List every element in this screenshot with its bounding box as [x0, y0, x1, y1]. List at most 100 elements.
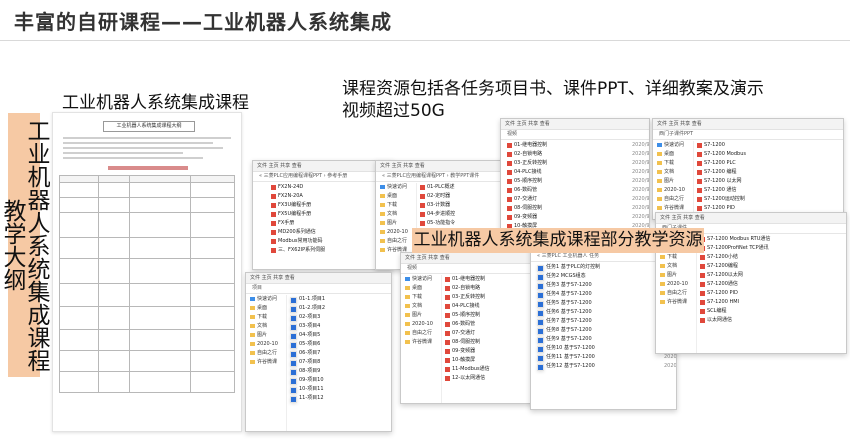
- file-row[interactable]: S7-1200ProfiNet TCP通讯: [700, 244, 825, 253]
- file-row[interactable]: 任务12 基于S7-1200 2020/10/2: [537, 362, 676, 371]
- file-row[interactable]: 02-自锁电路: [445, 284, 539, 293]
- explorer-window-siemens-ppt[interactable]: 文件 主页 共享 查看 西门子课件PPT 快速访问 桌面 下载 文档 图片 2020-10…: [652, 118, 844, 220]
- file-row[interactable]: 07-交通灯 2020/9/27: [507, 195, 649, 204]
- file-row[interactable]: 07-项目82020/9/28: [290, 358, 391, 367]
- address-bar[interactable]: 视频: [501, 130, 649, 140]
- file-row[interactable]: S7-1200 通信: [697, 186, 822, 195]
- window-toolbar[interactable]: 文件 主页 共享 查看: [501, 119, 649, 130]
- nav-item[interactable]: 图片: [376, 219, 416, 228]
- nav-item[interactable]: 下载: [653, 159, 693, 168]
- explorer-window-tasks-video[interactable]: 文件 主页 共享 查看 视频 快速访问 桌面 下载 文档 图片 2020-10 自由之行 许谷…: [400, 252, 540, 404]
- file-row[interactable]: S7-1200 PLC: [697, 159, 822, 168]
- nav-item[interactable]: 许谷微课: [401, 338, 441, 347]
- file-row[interactable]: 04-PLC接线: [445, 302, 539, 311]
- nav-item[interactable]: 文档: [376, 210, 416, 219]
- file-row[interactable]: 08-伺服控制: [445, 338, 539, 347]
- nav-item[interactable]: 自由之行: [653, 195, 693, 204]
- file-row[interactable]: S7-1200小结: [700, 253, 825, 262]
- file-row[interactable]: 08-项目92020/9/29: [290, 367, 391, 376]
- file-row[interactable]: S7-1200运动控制: [697, 195, 822, 204]
- nav-item[interactable]: 图片: [246, 331, 286, 340]
- nav-item[interactable]: 2020-10: [246, 340, 286, 349]
- nav-item[interactable]: 快速访问: [246, 295, 286, 304]
- nav-item[interactable]: 2020-10: [376, 228, 416, 237]
- nav-item[interactable]: 自由之行: [656, 289, 696, 298]
- nav-item[interactable]: 图片: [401, 311, 441, 320]
- file-row[interactable]: 02-项目32020/9/23: [290, 313, 391, 322]
- window-toolbar[interactable]: 文件 主页 共享 查看: [656, 213, 846, 224]
- nav-item[interactable]: 文档: [656, 262, 696, 271]
- nav-item[interactable]: 自由之行: [401, 329, 441, 338]
- file-row[interactable]: S7-1200 PID: [700, 289, 825, 298]
- address-bar[interactable]: 视频: [401, 264, 539, 274]
- file-row[interactable]: 04-PLC接线 2020/9/24: [507, 168, 649, 177]
- address-bar[interactable]: 项目: [246, 284, 391, 294]
- file-row[interactable]: S7-1200 Modbus: [697, 150, 822, 159]
- file-row[interactable]: 06-数码管: [445, 320, 539, 329]
- file-row[interactable]: 11-Modbus通信: [445, 365, 539, 374]
- file-row[interactable]: 03-正反转控制: [445, 293, 539, 302]
- nav-item[interactable]: 图片: [653, 177, 693, 186]
- file-row[interactable]: SCL编程: [700, 307, 825, 316]
- file-row[interactable]: 任务11 基于S7-1200 2020/10/1: [537, 353, 676, 362]
- nav-item[interactable]: 文档: [401, 302, 441, 311]
- file-row[interactable]: S7-1200 HMI: [700, 298, 825, 307]
- nav-item[interactable]: 2020-10: [653, 186, 693, 195]
- nav-item[interactable]: 2020-10: [656, 280, 696, 289]
- explorer-window-reference-manuals[interactable]: 文件 主页 共享 查看 « 三菱PLC应用编程课程PPT › 参考手册 FX2N…: [252, 160, 394, 270]
- nav-item[interactable]: 文档: [246, 322, 286, 331]
- file-row[interactable]: 05-顺序控制 2020/9/25: [507, 177, 649, 186]
- window-toolbar[interactable]: 文件 主页 共享 查看: [401, 253, 539, 264]
- nav-item[interactable]: 下载: [656, 253, 696, 262]
- file-row[interactable]: 06-项目72020/9/27: [290, 349, 391, 358]
- file-row[interactable]: 08-伺服控制 2020/9/28: [507, 204, 649, 213]
- file-row[interactable]: 03-项目42020/9/24: [290, 322, 391, 331]
- nav-item[interactable]: 自由之行: [246, 349, 286, 358]
- file-row[interactable]: 05-项目62020/9/26: [290, 340, 391, 349]
- file-row[interactable]: S7-1200 以太网: [697, 177, 822, 186]
- nav-item[interactable]: 快速访问: [401, 275, 441, 284]
- file-row[interactable]: 10-项目112020/10/1: [290, 385, 391, 394]
- file-row[interactable]: 11-项目122020/10/2: [290, 394, 391, 403]
- file-row[interactable]: S7-1200以太网: [700, 271, 825, 280]
- file-row[interactable]: 02-自锁电路 2020/9/22: [507, 150, 649, 159]
- file-row[interactable]: 09-变频器: [445, 347, 539, 356]
- file-row[interactable]: 04-项目52020/9/25: [290, 331, 391, 340]
- nav-item[interactable]: 桌面: [246, 304, 286, 313]
- file-row[interactable]: S7-1200编程: [700, 262, 825, 271]
- file-row[interactable]: 01-2.项目22020/9/22: [290, 304, 391, 313]
- window-toolbar[interactable]: 文件 主页 共享 查看: [253, 161, 393, 172]
- nav-item[interactable]: 桌面: [376, 192, 416, 201]
- file-row[interactable]: S7-1200 Modbus RTU通信: [700, 235, 825, 244]
- nav-item[interactable]: 许谷微课: [656, 298, 696, 307]
- nav-item[interactable]: 桌面: [653, 150, 693, 159]
- nav-item[interactable]: 下载: [401, 293, 441, 302]
- address-bar[interactable]: « 三菱PLC应用编程课程PPT › 参考手册: [253, 172, 393, 182]
- file-row[interactable]: S7-1200: [697, 141, 822, 150]
- nav-item[interactable]: 图片: [656, 271, 696, 280]
- file-row[interactable]: 09-变频器 2020/9/29: [507, 213, 649, 222]
- nav-item[interactable]: 自由之行: [376, 237, 416, 246]
- file-row[interactable]: S7-1200 编程: [697, 168, 822, 177]
- window-toolbar[interactable]: 文件 主页 共享 查看: [653, 119, 843, 130]
- file-row[interactable]: 01-继电器控制 2020/9/21: [507, 141, 649, 150]
- explorer-window-projects[interactable]: 文件 主页 共享 查看 项目 快速访问 桌面 下载 文档 图片 2020-10 自由之行 许谷…: [245, 272, 392, 432]
- file-row[interactable]: 07-交通灯: [445, 329, 539, 338]
- file-row[interactable]: S7-1200通信: [700, 280, 825, 289]
- nav-item[interactable]: 许谷微课: [246, 358, 286, 367]
- nav-item[interactable]: 2020-10: [401, 320, 441, 329]
- file-row[interactable]: 01-1.项目12020/9/21: [290, 295, 391, 304]
- window-toolbar[interactable]: 文件 主页 共享 查看: [246, 273, 391, 284]
- address-bar[interactable]: 西门子课件PPT: [653, 130, 843, 140]
- nav-item[interactable]: 快速访问: [653, 141, 693, 150]
- file-row[interactable]: 12-以太网通信: [445, 374, 539, 383]
- file-row[interactable]: 以太网通信: [700, 316, 825, 325]
- file-row[interactable]: 10-触摸屏: [445, 356, 539, 365]
- file-row[interactable]: 01-继电器控制: [445, 275, 539, 284]
- file-row[interactable]: 09-项目102020/9/30: [290, 376, 391, 385]
- explorer-window-videos[interactable]: 文件 主页 共享 查看 视频 01-继电器控制 2020/9/21 02-自锁电路 2…: [500, 118, 650, 236]
- file-row[interactable]: 06-数码管 2020/9/26: [507, 186, 649, 195]
- nav-item[interactable]: 桌面: [401, 284, 441, 293]
- file-row[interactable]: 03-正反转控制 2020/9/23: [507, 159, 649, 168]
- nav-item[interactable]: 文档: [653, 168, 693, 177]
